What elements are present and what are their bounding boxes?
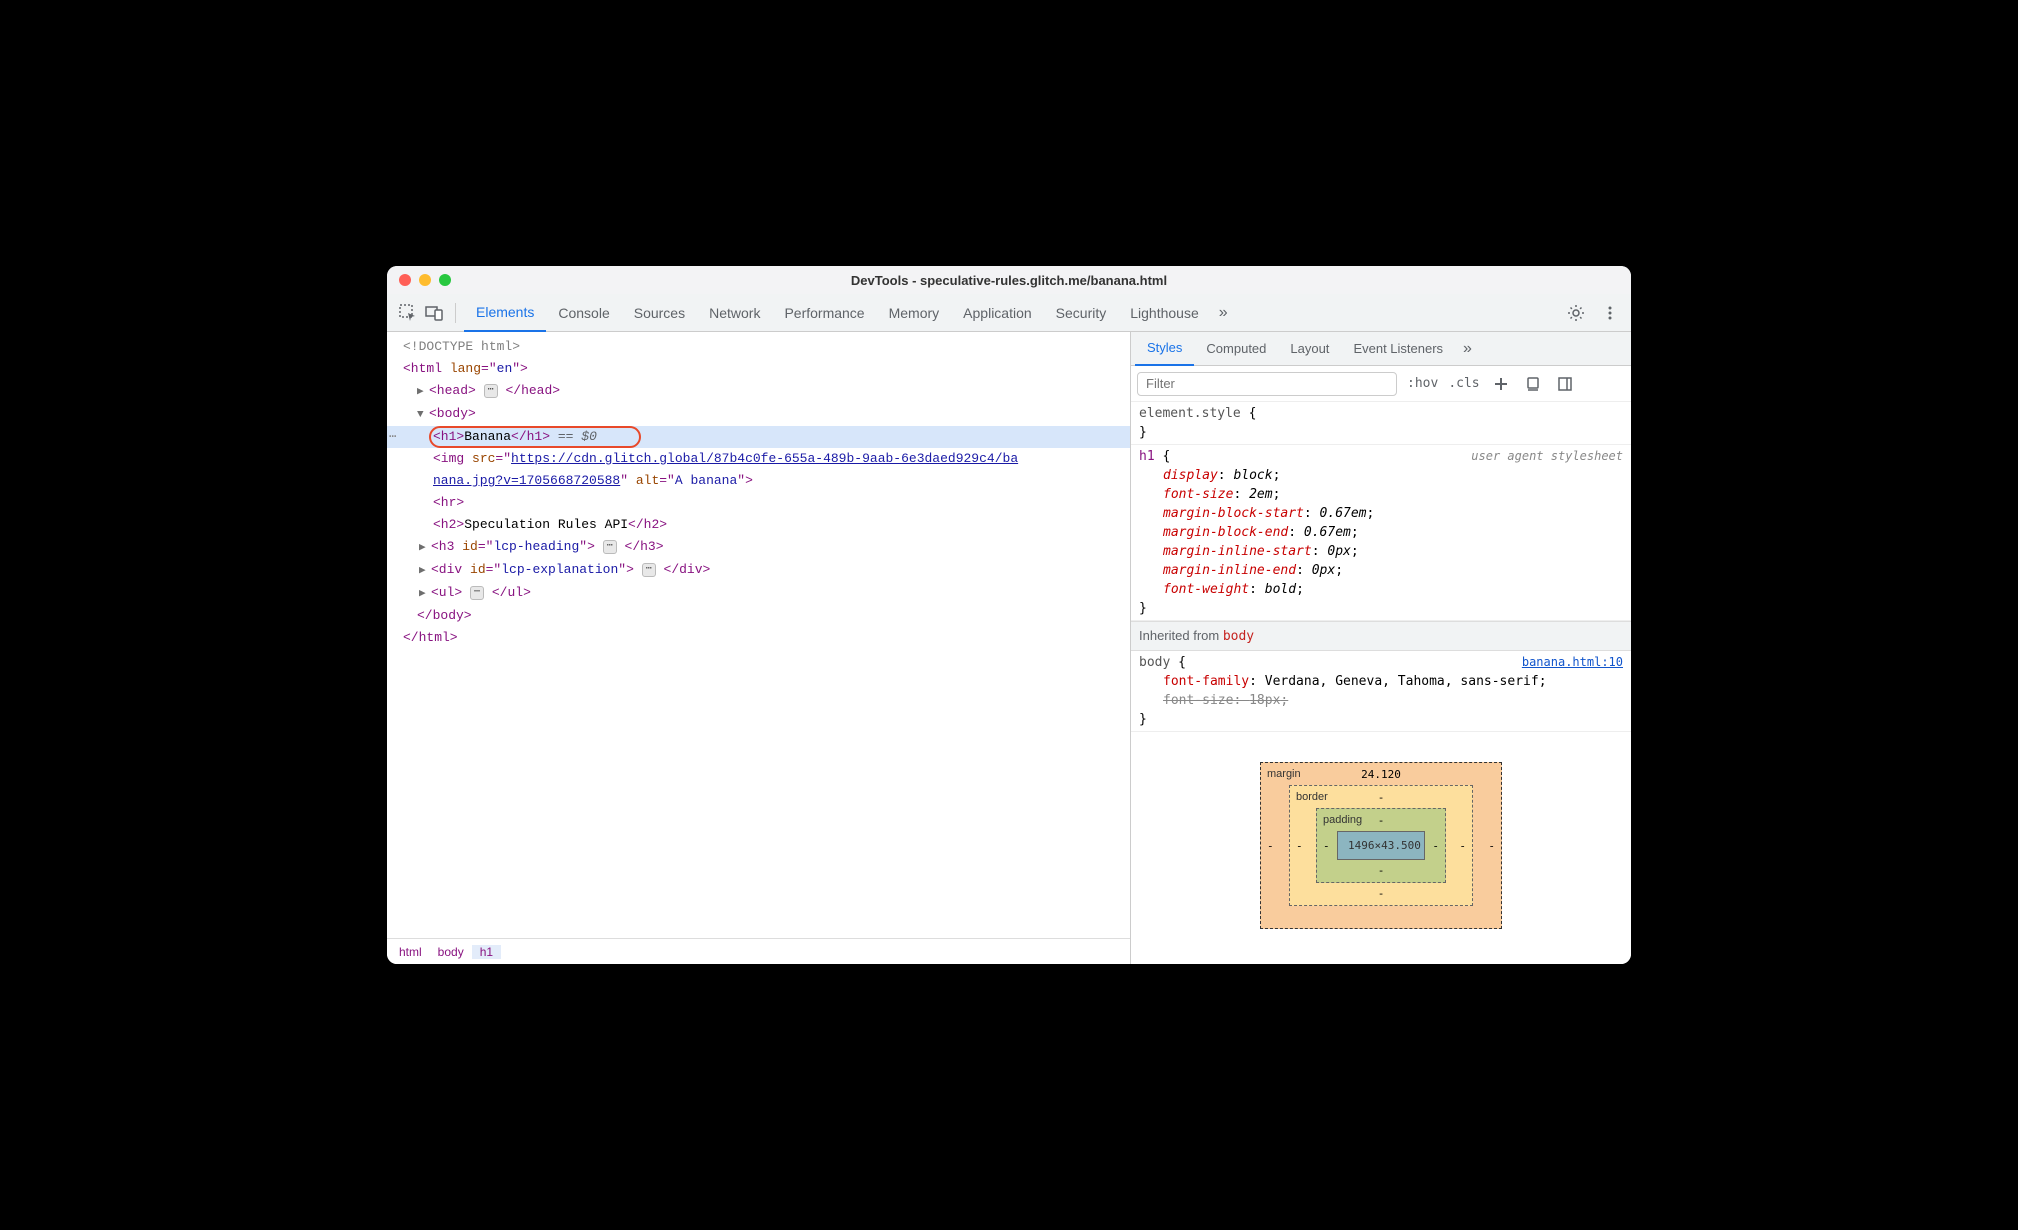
stab-computed[interactable]: Computed: [1194, 332, 1278, 366]
stab-event-listeners[interactable]: Event Listeners: [1341, 332, 1455, 366]
crumb-html[interactable]: html: [391, 945, 430, 959]
close-button[interactable]: [399, 274, 411, 286]
sidebar-more-tabs-icon[interactable]: »: [1455, 340, 1480, 358]
breadcrumbs: html body h1: [387, 938, 1130, 964]
styles-toolbar: :hov .cls: [1131, 366, 1631, 402]
dom-tree[interactable]: <!DOCTYPE html> <html lang="en"> ▶<head>…: [387, 332, 1130, 938]
tab-security[interactable]: Security: [1044, 294, 1119, 332]
sidebar-tabs: Styles Computed Layout Event Listeners »: [1131, 332, 1631, 366]
more-tabs-icon[interactable]: »: [1211, 304, 1236, 322]
tab-console[interactable]: Console: [546, 294, 621, 332]
titlebar: DevTools - speculative-rules.glitch.me/b…: [387, 266, 1631, 294]
devtools-window: DevTools - speculative-rules.glitch.me/b…: [387, 266, 1631, 964]
styles-body[interactable]: element.style { } user agent stylesheet …: [1131, 402, 1631, 964]
styles-panel: Styles Computed Layout Event Listeners »…: [1131, 332, 1631, 964]
ua-stylesheet-note: user agent stylesheet: [1471, 447, 1623, 466]
dom-panel: <!DOCTYPE html> <html lang="en"> ▶<head>…: [387, 332, 1131, 964]
device-toolbar-icon[interactable]: [421, 300, 447, 326]
bm-margin-top: 24.120: [1361, 765, 1401, 784]
minimize-button[interactable]: [419, 274, 431, 286]
tab-lighthouse[interactable]: Lighthouse: [1118, 294, 1211, 332]
element-style-rule[interactable]: element.style { }: [1131, 402, 1631, 445]
tab-sources[interactable]: Sources: [622, 294, 697, 332]
stab-styles[interactable]: Styles: [1135, 332, 1194, 366]
body-rule[interactable]: banana.html:10 body { font-family: Verda…: [1131, 651, 1631, 732]
selected-h1-line[interactable]: ⋯ <h1>Banana</h1> == $0: [387, 426, 1130, 448]
panel-tabs: Elements Console Sources Network Perform…: [464, 294, 1563, 332]
h2-line[interactable]: <h2>Speculation Rules API</h2>: [387, 514, 1130, 536]
stab-layout[interactable]: Layout: [1278, 332, 1341, 366]
ul-line[interactable]: ▶<ul> ⋯ </ul>: [387, 582, 1130, 605]
body-close-line[interactable]: </body>: [387, 605, 1130, 627]
styles-filter-input[interactable]: [1137, 372, 1397, 396]
tab-elements[interactable]: Elements: [464, 294, 546, 332]
h1-ua-rule[interactable]: user agent stylesheet h1 { display: bloc…: [1131, 445, 1631, 621]
source-link[interactable]: banana.html:10: [1522, 653, 1623, 672]
div-line[interactable]: ▶<div id="lcp-explanation"> ⋯ </div>: [387, 559, 1130, 582]
bm-padding-label: padding: [1323, 811, 1362, 830]
img-line[interactable]: <img src="https://cdn.glitch.global/87b4…: [387, 448, 1130, 470]
content-area: <!DOCTYPE html> <html lang="en"> ▶<head>…: [387, 332, 1631, 964]
hov-button[interactable]: :hov: [1407, 376, 1438, 391]
toolbar-separator: [455, 303, 456, 323]
window-title: DevTools - speculative-rules.glitch.me/b…: [387, 273, 1631, 288]
bm-margin-label: margin: [1267, 765, 1301, 784]
html-close-line[interactable]: </html>: [387, 627, 1130, 649]
bm-content-size: 1496×43.500: [1337, 831, 1425, 860]
h3-line[interactable]: ▶<h3 id="lcp-heading"> ⋯ </h3>: [387, 536, 1130, 559]
inherited-from-header: Inherited from body: [1131, 621, 1631, 651]
kebab-menu-icon[interactable]: [1597, 300, 1623, 326]
copy-styles-icon[interactable]: [1522, 373, 1544, 395]
tab-performance[interactable]: Performance: [772, 294, 876, 332]
toolbar-right: [1563, 300, 1623, 326]
bm-border-label: border: [1296, 788, 1328, 807]
more-actions-icon[interactable]: ⋯: [389, 426, 396, 448]
doctype-line[interactable]: <!DOCTYPE html>: [387, 336, 1130, 358]
crumb-body[interactable]: body: [430, 945, 472, 959]
main-toolbar: Elements Console Sources Network Perform…: [387, 294, 1631, 332]
tab-memory[interactable]: Memory: [877, 294, 952, 332]
crumb-h1[interactable]: h1: [472, 945, 501, 959]
head-line[interactable]: ▶<head> ⋯ </head>: [387, 380, 1130, 403]
traffic-lights: [399, 274, 451, 286]
tab-network[interactable]: Network: [697, 294, 772, 332]
cls-button[interactable]: .cls: [1448, 376, 1479, 391]
new-style-rule-icon[interactable]: [1490, 373, 1512, 395]
toggle-computed-icon[interactable]: [1554, 373, 1576, 395]
maximize-button[interactable]: [439, 274, 451, 286]
settings-icon[interactable]: [1563, 300, 1589, 326]
hr-line[interactable]: <hr>: [387, 492, 1130, 514]
body-open-line[interactable]: ▼<body>: [387, 403, 1130, 426]
inspect-element-icon[interactable]: [395, 300, 421, 326]
box-model[interactable]: margin 24.120 - - border - - - - padding: [1131, 732, 1631, 929]
tab-application[interactable]: Application: [951, 294, 1044, 332]
img-line-2[interactable]: nana.jpg?v=1705668720588" alt="A banana"…: [387, 470, 1130, 492]
html-open-line[interactable]: <html lang="en">: [387, 358, 1130, 380]
